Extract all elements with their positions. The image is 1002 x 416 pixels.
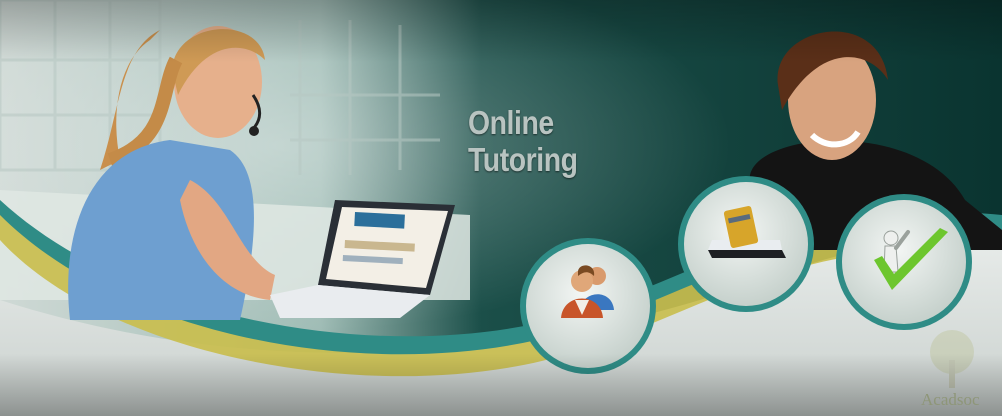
banner-artwork [0,0,1002,416]
headline-line-2: Tutoring [468,141,578,178]
online-tutoring-banner: Online Tutoring Acadsoc [0,0,1002,416]
headline-line-1: Online [468,104,554,141]
brand-watermark: Acadsoc [921,390,980,409]
headline: Online Tutoring [468,104,614,178]
